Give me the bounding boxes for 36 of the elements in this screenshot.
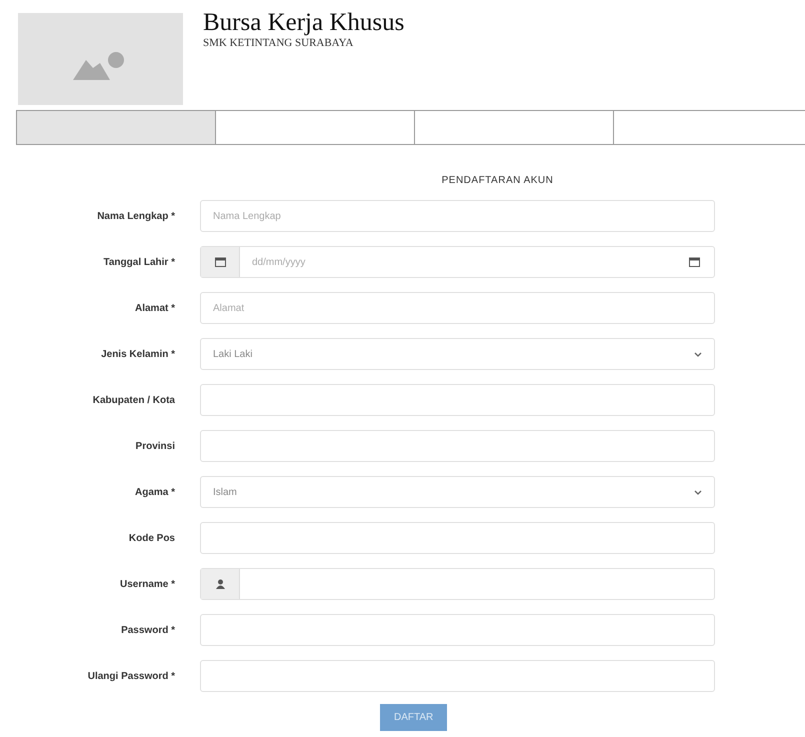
chevron-down-icon bbox=[694, 352, 702, 356]
nav-tab[interactable] bbox=[215, 110, 414, 145]
input-field[interactable] bbox=[200, 430, 715, 462]
field-label: Provinsi bbox=[134, 440, 176, 452]
nav-tab[interactable] bbox=[414, 110, 613, 145]
field-label: Username * bbox=[118, 578, 176, 590]
form-heading: PENDAFTARAN AKUN bbox=[440, 175, 554, 186]
field-label: Alamat * bbox=[134, 302, 176, 314]
date-input[interactable]: dd/mm/yyyy bbox=[240, 256, 675, 268]
input-field[interactable]: Alamat bbox=[200, 292, 715, 324]
field-label: Agama * bbox=[134, 486, 176, 498]
select-field[interactable]: Laki Laki bbox=[200, 338, 715, 370]
field-label: Nama Lengkap * bbox=[96, 210, 176, 222]
field-label: Ulangi Password * bbox=[86, 670, 176, 682]
input-field[interactable] bbox=[200, 660, 715, 692]
chevron-down-icon bbox=[694, 490, 702, 494]
school-name: SMK KETINTANG SURABAYA bbox=[203, 37, 354, 49]
field-label: Tanggal Lahir * bbox=[102, 256, 176, 268]
register-button[interactable]: DAFTAR bbox=[380, 704, 448, 731]
field-label: Password * bbox=[120, 624, 176, 636]
field-label: Kabupaten / Kota bbox=[92, 394, 176, 406]
input-field[interactable] bbox=[200, 522, 715, 554]
calendar-icon bbox=[214, 257, 226, 267]
date-field[interactable]: dd/mm/yyyy bbox=[200, 246, 715, 278]
input-field[interactable] bbox=[200, 384, 715, 416]
user-icon bbox=[216, 579, 224, 589]
site-title: Bursa Kerja Khusus bbox=[203, 9, 404, 37]
nav-tab[interactable] bbox=[16, 110, 215, 145]
input-field[interactable] bbox=[200, 614, 715, 646]
input-field[interactable]: Nama Lengkap bbox=[200, 200, 715, 232]
field-label: Jenis Kelamin * bbox=[100, 348, 176, 360]
field-label: Kode Pos bbox=[128, 532, 176, 544]
select-field[interactable]: Islam bbox=[200, 476, 715, 508]
input-field[interactable] bbox=[200, 568, 715, 600]
calendar-icon bbox=[689, 257, 700, 267]
nav-tab[interactable] bbox=[613, 110, 805, 145]
